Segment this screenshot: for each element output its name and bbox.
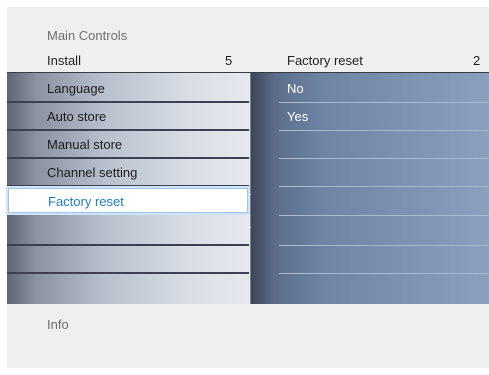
submenu-item-no[interactable]: No bbox=[279, 75, 489, 103]
menu-item-label: Factory reset bbox=[48, 194, 124, 209]
menu-item-label: Channel setting bbox=[47, 165, 138, 180]
install-menu: Language Auto store Manual store Channel… bbox=[7, 73, 251, 304]
submenu-item-empty[interactable] bbox=[279, 188, 489, 216]
menu-title: Install bbox=[47, 53, 81, 68]
menu-item-label: Auto store bbox=[47, 109, 107, 124]
submenu-item-empty[interactable] bbox=[279, 218, 489, 246]
submenu-count: 2 bbox=[473, 53, 481, 68]
breadcrumb: Main Controls bbox=[47, 28, 128, 43]
submenu-item-empty[interactable] bbox=[279, 131, 489, 159]
menu-count: 5 bbox=[225, 53, 233, 68]
menu-item-label: Language bbox=[47, 81, 105, 96]
menu-item-label: Manual store bbox=[47, 137, 123, 152]
submenu-item-yes[interactable]: Yes bbox=[279, 103, 489, 131]
menu-item-factory-reset[interactable]: Factory reset bbox=[8, 188, 248, 213]
submenu-title: Factory reset bbox=[287, 53, 363, 68]
menu-item-manual-store[interactable]: Manual store bbox=[7, 131, 249, 159]
menu-item-language[interactable]: Language bbox=[7, 75, 249, 103]
submenu-item-label: No bbox=[287, 81, 304, 96]
menu-item-empty[interactable] bbox=[7, 246, 249, 274]
info-label: Info bbox=[47, 317, 69, 332]
submenu-item-empty[interactable] bbox=[279, 274, 489, 302]
factory-reset-submenu: No Yes bbox=[251, 73, 489, 304]
menu-item-channel-setting[interactable]: Channel setting bbox=[7, 159, 249, 187]
menu-item-auto-store[interactable]: Auto store bbox=[7, 103, 249, 131]
menu-item-empty[interactable] bbox=[7, 274, 249, 302]
menu-item-empty[interactable] bbox=[7, 218, 249, 246]
submenu-item-empty[interactable] bbox=[279, 246, 489, 274]
submenu-item-label: Yes bbox=[287, 109, 309, 124]
submenu-item-empty[interactable] bbox=[279, 159, 489, 187]
